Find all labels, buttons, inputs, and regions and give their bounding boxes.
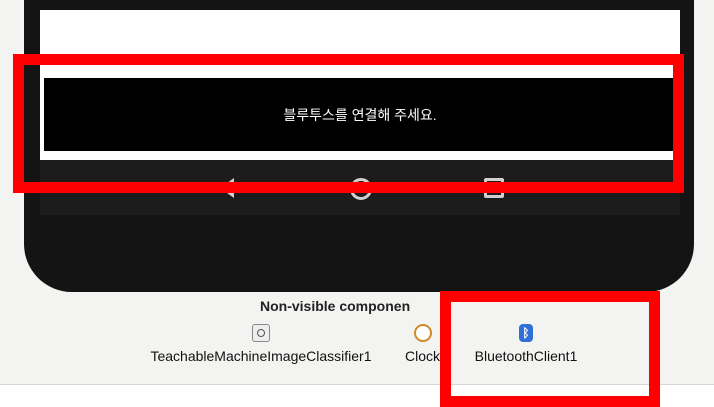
component-label: TeachableMachineImageClassifier1 — [150, 348, 372, 364]
non-visible-components-title: Non-visible componen — [260, 298, 411, 314]
highlight-box-bluetooth — [440, 291, 660, 407]
teachable-machine-icon — [252, 324, 270, 342]
clock-icon — [413, 324, 432, 342]
highlight-box-toast — [13, 54, 684, 193]
component-teachable-machine[interactable]: TeachableMachineImageClassifier1 — [133, 324, 389, 364]
component-label: Clock — [404, 348, 440, 364]
component-clock[interactable]: Clock — [400, 324, 445, 364]
